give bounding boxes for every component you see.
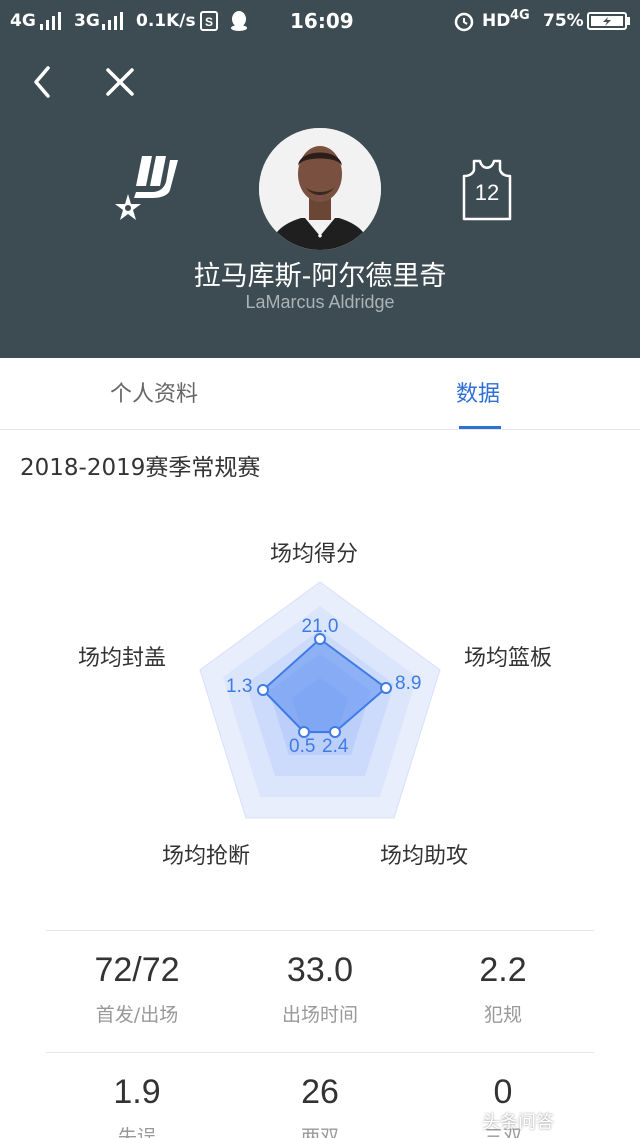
player-name-cn: 拉马库斯-阿尔德里奇 [193,261,447,292]
network-label-2: 3G [74,11,100,31]
network-label-3: 4G [510,8,530,23]
radar-svg: 21.0 8.9 2.4 0.5 1.3 [199,581,441,819]
radar-label-rebounds: 场均篮板 [464,646,553,671]
status-bar: 4G 3G 0.1K/s S 16:09 HD 4G 75% [0,0,640,44]
radar-value-assists: 2.4 [322,736,349,757]
stats-row: 72/72 首发/出场 33.0 出场时间 2.2 犯规 [46,931,594,1053]
tab-bar: 个人资料 数据 [0,358,640,430]
radar-label-assists: 场均助攻 [380,844,469,869]
tab-profile[interactable]: 个人资料 [110,376,198,408]
player-name-en: LaMarcus Aldridge [245,292,395,312]
stat-value: 0 [493,1073,513,1111]
signal-icon [102,12,123,30]
qq-icon [231,11,247,31]
stat-value: 1.9 [113,1073,161,1111]
stat-fouls: 2.2 犯规 [412,931,594,1027]
stat-value: 33.0 [286,951,354,989]
stat-value: 72/72 [94,951,180,989]
signal-icon [40,12,61,30]
player-avatar: ● [259,128,381,250]
battery-icon [587,12,630,30]
stat-turnovers: 1.9 失误 [46,1053,228,1138]
sim-icon: S [200,11,218,31]
stat-label: 犯规 [483,1004,522,1026]
radar-value-steals: 0.5 [289,736,315,757]
stat-value: 26 [301,1073,339,1111]
back-icon[interactable] [20,58,68,106]
network-label-1: 4G [10,11,36,31]
radar-value-points: 21.0 [302,616,339,637]
player-photo: ● [259,128,381,250]
watermark: 头条问答 [482,1112,554,1133]
season-title: 2018-2019赛季常规赛 [20,455,261,481]
battery-percent: 75% [543,11,584,31]
stat-label: 首发/出场 [95,1004,179,1026]
clock: 16:09 [290,9,354,33]
svg-text:S: S [205,15,213,29]
stat-double-doubles: 26 两双 [229,1053,411,1138]
stat-label: 两双 [300,1126,339,1138]
radar-label-blocks: 场均封盖 [78,646,167,671]
radar-chart: 21.0 8.9 2.4 0.5 1.3 场均得分 场均篮板 场均助攻 场均抢断… [0,520,640,880]
hd-label: HD [482,11,511,31]
stat-value: 2.2 [479,951,527,989]
spurs-logo-icon [115,156,178,220]
tab-stats[interactable]: 数据 [456,376,500,408]
tab-active-indicator [459,426,501,429]
radar-value-rebounds: 8.9 [395,673,421,694]
stat-games-started: 72/72 首发/出场 [46,931,228,1027]
radar-point-blocks [257,684,269,696]
radar-label-points: 场均得分 [270,542,359,567]
jersey-number: 12 [474,180,500,205]
player-header: 4G 3G 0.1K/s S 16:09 HD 4G 75% ● 12 拉马库斯… [0,0,640,358]
radar-value-blocks: 1.3 [226,676,252,697]
stats-grid: 72/72 首发/出场 33.0 出场时间 2.2 犯规 1.9 失误 26 两… [46,930,594,1138]
stat-label: 失误 [117,1126,156,1138]
stat-minutes: 33.0 出场时间 [229,931,411,1027]
radar-label-steals: 场均抢断 [162,844,251,869]
alarm-icon [454,12,474,32]
close-icon[interactable] [96,58,144,106]
radar-point-rebounds [380,682,392,694]
stat-label: 出场时间 [281,1004,358,1026]
svg-text:●: ● [318,231,323,240]
net-speed: 0.1K/s [136,11,196,31]
